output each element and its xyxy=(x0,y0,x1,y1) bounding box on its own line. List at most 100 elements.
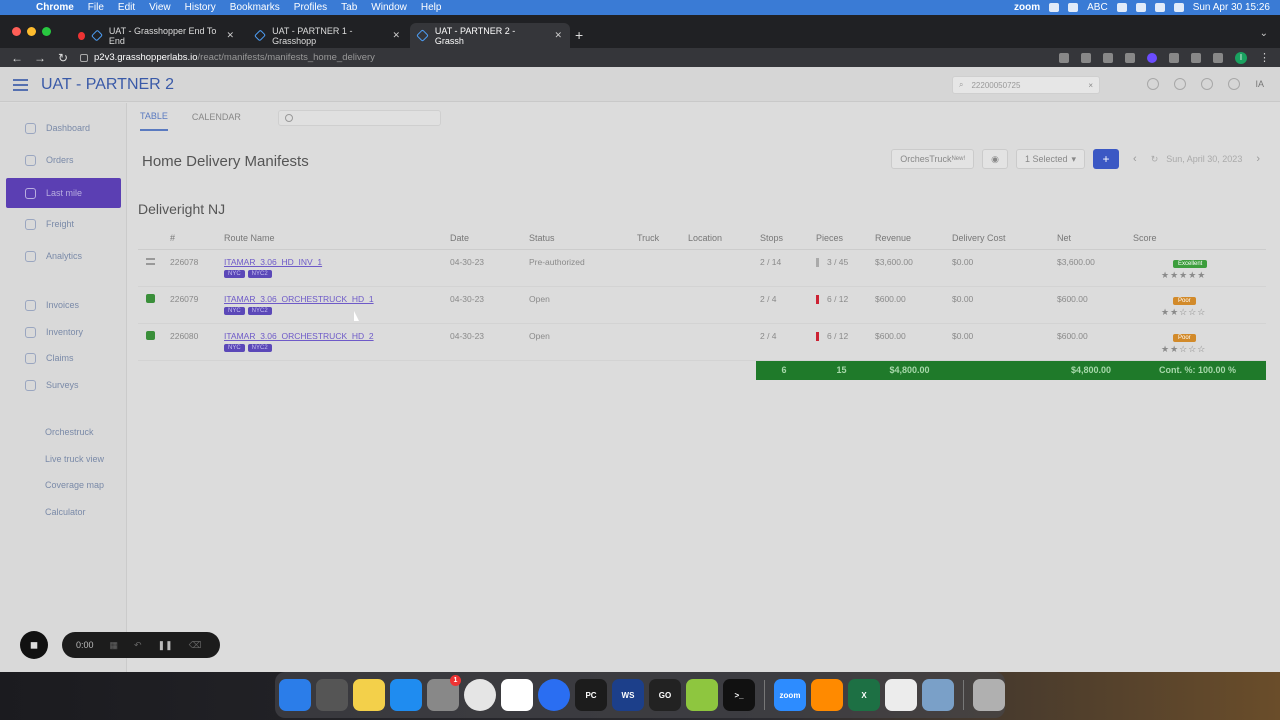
pycharm-icon[interactable]: PC xyxy=(575,679,607,711)
launchpad-icon[interactable] xyxy=(316,679,348,711)
sidebar-item-analytics[interactable]: Analytics xyxy=(6,242,121,270)
user-initials[interactable]: IA xyxy=(1255,79,1264,89)
camera-icon[interactable]: ◼ xyxy=(20,631,48,659)
forward-arrow-icon[interactable]: → xyxy=(34,51,46,65)
date-display[interactable]: Sun, April 30, 2023 xyxy=(1166,154,1242,164)
app-store-icon[interactable] xyxy=(390,679,422,711)
maps-icon[interactable] xyxy=(538,679,570,711)
close-window-button[interactable] xyxy=(12,27,21,36)
sidebar-item-freight[interactable]: Freight xyxy=(6,210,121,238)
menu-file[interactable]: File xyxy=(88,2,104,13)
notifications-bell-icon[interactable] xyxy=(1174,78,1187,90)
close-tab-icon[interactable]: ✕ xyxy=(226,30,234,41)
tab-calendar[interactable]: CALENDAR xyxy=(192,112,241,122)
menu-app-name[interactable]: Chrome xyxy=(36,2,74,13)
close-tab-icon[interactable]: ✕ xyxy=(392,30,400,41)
slack-icon[interactable] xyxy=(501,679,533,711)
column-header[interactable]: Net xyxy=(1053,227,1129,250)
microphone-icon[interactable] xyxy=(1059,52,1069,63)
column-header[interactable]: Location xyxy=(684,227,756,250)
orchestruck-button[interactable]: OrchesTruck New! xyxy=(891,149,975,169)
next-day-icon[interactable]: › xyxy=(1250,153,1266,165)
add-manifest-button[interactable]: + xyxy=(1093,149,1120,169)
menu-history[interactable]: History xyxy=(185,2,216,13)
table-row[interactable]: 226080 ITAMAR_3.06_ORCHESTRUCK_HD_2 NYC NY… xyxy=(138,323,1266,361)
chrome-icon[interactable] xyxy=(464,679,496,711)
sidebar-item-live-truck-view[interactable]: Live truck view xyxy=(6,445,121,473)
numbers-icon[interactable] xyxy=(885,679,917,711)
menu-profiles[interactable]: Profiles xyxy=(294,2,327,13)
column-header[interactable]: Stops xyxy=(756,227,812,250)
column-header[interactable]: Delivery Cost xyxy=(948,227,1053,250)
previous-day-icon[interactable]: ‹ xyxy=(1127,153,1143,165)
column-header[interactable]: Truck xyxy=(633,227,684,250)
menubar-zoom-label[interactable]: zoom xyxy=(1014,2,1040,13)
table-search-input[interactable] xyxy=(278,110,441,126)
maximize-window-button[interactable] xyxy=(42,27,51,36)
input-source-label[interactable]: ABC xyxy=(1087,2,1108,13)
finder-icon[interactable] xyxy=(279,679,311,711)
menubar-status-icon[interactable] xyxy=(1049,3,1060,12)
zoom-icon[interactable]: zoom xyxy=(774,679,806,711)
minimize-window-button[interactable] xyxy=(27,27,36,36)
pause-icon[interactable]: ❚❚ xyxy=(158,640,173,651)
hamburger-menu-icon[interactable] xyxy=(13,79,28,94)
side-panel-icon[interactable] xyxy=(1213,52,1223,63)
browser-tab-1[interactable]: UAT - Grasshopper End To End ✕ xyxy=(70,23,242,48)
sidebar-item-inventory[interactable]: Inventory xyxy=(6,318,121,346)
route-link[interactable]: ITAMAR_3.06_ORCHESTRUCK_HD_2 xyxy=(224,331,446,341)
tab-search-chevron-icon[interactable]: ⌄ xyxy=(1260,28,1268,39)
menu-bookmarks[interactable]: Bookmarks xyxy=(230,2,280,13)
menubar-clock[interactable]: Sun Apr 30 15:26 xyxy=(1193,2,1270,13)
sidebar-item-orders[interactable]: Orders xyxy=(6,146,121,174)
grid-icon[interactable]: ▦ xyxy=(110,640,119,651)
undo-icon[interactable]: ↶ xyxy=(134,640,142,651)
selected-dropdown[interactable]: 1 Selected ▾ xyxy=(1015,149,1086,169)
close-tab-icon[interactable]: ✕ xyxy=(554,30,562,41)
lock-icon[interactable] xyxy=(146,330,155,340)
table-row[interactable]: 226078 ITAMAR_3.06_HD_INV_1 NYC NYC2 04-30… xyxy=(138,249,1266,287)
column-header[interactable]: Status xyxy=(525,227,633,250)
sidebar-item-surveys[interactable]: Surveys xyxy=(6,371,121,399)
menu-edit[interactable]: Edit xyxy=(118,2,135,13)
app-icon[interactable] xyxy=(686,679,718,711)
column-header[interactable]: # xyxy=(166,227,220,250)
clear-search-icon[interactable]: × xyxy=(1088,81,1093,90)
sidebar-item-coverage-map[interactable]: Coverage map xyxy=(6,471,121,499)
wifi-icon[interactable] xyxy=(1135,3,1146,12)
column-header[interactable]: Date xyxy=(446,227,525,250)
goland-icon[interactable]: GO xyxy=(649,679,681,711)
menu-help[interactable]: Help xyxy=(421,2,442,13)
preview-icon[interactable] xyxy=(922,679,954,711)
help-icon[interactable] xyxy=(1147,78,1160,90)
column-header[interactable]: Score xyxy=(1129,227,1266,250)
route-link[interactable]: ITAMAR_3.06_ORCHESTRUCK_HD_1 xyxy=(224,294,446,304)
menu-view[interactable]: View xyxy=(149,2,171,13)
refresh-icon[interactable]: ↻ xyxy=(1151,154,1159,165)
history-icon[interactable] xyxy=(1201,78,1214,90)
excel-icon[interactable]: X xyxy=(848,679,880,711)
sidebar-item-invoices[interactable]: Invoices xyxy=(6,291,121,319)
reload-icon[interactable]: ↻ xyxy=(57,51,69,65)
control-center-icon[interactable] xyxy=(1173,3,1184,12)
sublime-icon[interactable] xyxy=(811,679,843,711)
global-search-input[interactable]: ⌕ 22200050725 × xyxy=(952,76,1100,94)
notes-icon[interactable] xyxy=(353,679,385,711)
list-icon[interactable] xyxy=(146,257,155,265)
sidebar-item-dashboard[interactable]: Dashboard xyxy=(6,114,121,142)
sidebar-item-last-mile[interactable]: Last mile xyxy=(6,178,121,208)
webstorm-icon[interactable]: WS xyxy=(612,679,644,711)
route-link[interactable]: ITAMAR_3.06_HD_INV_1 xyxy=(224,257,446,267)
column-header[interactable]: Revenue xyxy=(871,227,948,250)
new-tab-icon[interactable]: + xyxy=(575,27,583,43)
bluetooth-icon[interactable] xyxy=(1068,3,1079,12)
bookmark-star-icon[interactable] xyxy=(1125,52,1135,63)
lock-icon[interactable] xyxy=(146,293,155,303)
tab-table[interactable]: TABLE xyxy=(140,103,168,131)
browser-tab-3-active[interactable]: UAT - PARTNER 2 - Grassh ✕ xyxy=(410,23,570,48)
menu-tab[interactable]: Tab xyxy=(341,2,357,13)
headphones-icon[interactable] xyxy=(1116,3,1127,12)
install-app-icon[interactable] xyxy=(1081,52,1091,63)
browser-menu-icon[interactable]: ⋮ xyxy=(1259,51,1270,64)
menu-window[interactable]: Window xyxy=(371,2,407,13)
